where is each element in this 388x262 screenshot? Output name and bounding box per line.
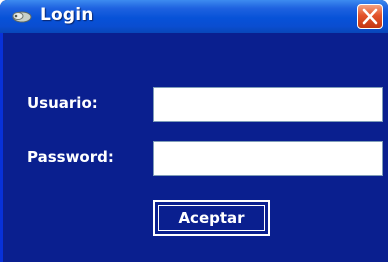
aceptar-button-label: Aceptar [158, 205, 265, 231]
window-title: Login [40, 5, 94, 25]
keys-icon [10, 9, 32, 23]
aceptar-button[interactable]: Aceptar [153, 200, 270, 236]
title-bar[interactable]: Login [0, 0, 388, 33]
usuario-input[interactable] [153, 87, 383, 122]
password-label: Password: [27, 148, 114, 166]
close-button[interactable] [357, 4, 383, 29]
login-window: Login Usuario: Password: Aceptar [0, 0, 388, 262]
close-icon [362, 8, 378, 25]
usuario-label: Usuario: [27, 94, 98, 112]
dialog-body: Usuario: Password: Aceptar [0, 33, 388, 262]
password-input[interactable] [153, 141, 383, 176]
